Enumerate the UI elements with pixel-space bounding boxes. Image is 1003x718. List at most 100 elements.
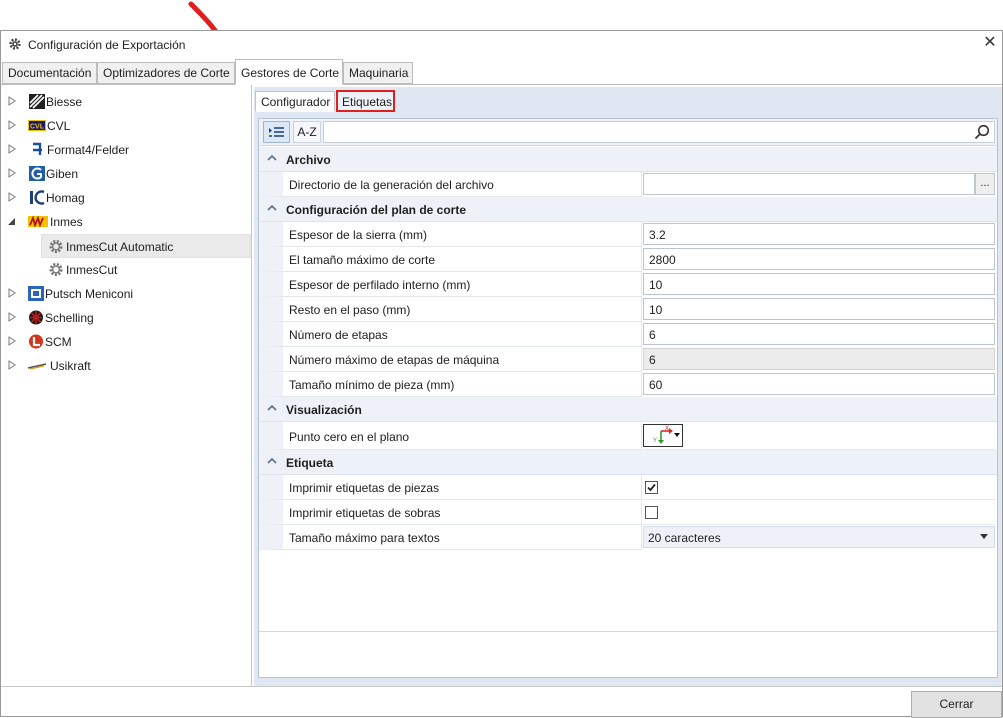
tree-item-label: CVL	[47, 119, 71, 133]
tab-optimizadores-de-corte[interactable]: Optimizadores de Corte	[97, 62, 235, 84]
tree-item-label: SCM	[45, 335, 72, 349]
expand-arrow-icon[interactable]	[8, 168, 17, 178]
numero-etapas-input[interactable]: 6	[643, 323, 995, 345]
expand-arrow-icon[interactable]	[8, 288, 17, 298]
tree-item-scm[interactable]: SCM	[1, 330, 251, 354]
tamano-maximo-corte-input[interactable]: 2800	[643, 248, 995, 270]
property-row: Imprimir etiquetas de sobras	[259, 500, 997, 525]
tree-item-biesse[interactable]: Biesse	[1, 90, 251, 114]
search-input[interactable]	[323, 121, 995, 143]
sort-az-button[interactable]: A-Z	[293, 121, 321, 143]
property-row: Número máximo de etapas de máquina 6	[259, 347, 997, 372]
property-row: Espesor de perfilado interno (mm) 10	[259, 272, 997, 297]
chevron-up-icon[interactable]	[267, 204, 277, 212]
tab-documentacion[interactable]: Documentación	[2, 62, 97, 84]
inmes-logo-icon	[28, 215, 48, 228]
tree-item-label: Biesse	[46, 95, 83, 109]
biesse-logo-icon	[29, 94, 45, 109]
expand-arrow-icon[interactable]	[8, 360, 17, 370]
property-row: Directorio de la generación del archivo …	[259, 172, 997, 197]
tree-item-label: Format4/Felder	[47, 143, 130, 157]
imprimir-piezas-checkbox[interactable]	[645, 481, 658, 494]
property-name-cell: Espesor de la sierra (mm)	[259, 222, 642, 247]
expand-arrow-icon[interactable]	[8, 120, 17, 130]
browse-button[interactable]: ...	[975, 173, 995, 195]
property-label: Número de etapas	[289, 328, 388, 342]
scm-logo-icon	[29, 334, 43, 349]
property-value-cell	[643, 500, 995, 525]
tree-item-format4-felder[interactable]: Format4/Felder	[1, 138, 251, 162]
property-label: El tamaño máximo de corte	[289, 253, 436, 267]
putsch-logo-icon	[28, 286, 44, 301]
gear-icon	[9, 38, 21, 50]
title-bar: Configuración de Exportación ✕	[1, 31, 1002, 59]
window-title: Configuración de Exportación	[28, 38, 186, 52]
tree-item-putsch-meniconi[interactable]: Putsch Meniconi	[1, 282, 251, 306]
category-archivo[interactable]: Archivo	[259, 147, 997, 172]
tree-item-homag[interactable]: Homag	[1, 186, 251, 210]
espesor-perfilado-input[interactable]: 10	[643, 273, 995, 295]
tree-item-schelling[interactable]: Schelling	[1, 306, 251, 330]
cvl-logo-icon: CVL	[28, 120, 46, 131]
expand-arrow-icon[interactable]	[8, 144, 17, 154]
tamano-textos-select[interactable]: 20 caracteres	[643, 526, 995, 548]
select-value: 20 caracteres	[648, 531, 721, 545]
gear-icon	[49, 239, 63, 254]
resto-paso-input[interactable]: 10	[643, 298, 995, 320]
property-label: Espesor de perfilado interno (mm)	[289, 278, 471, 292]
etiquetas-highlight-box	[336, 90, 395, 112]
espesor-sierra-input[interactable]: 3.2	[643, 223, 995, 245]
dropdown-arrow-icon	[980, 534, 988, 539]
property-label: Resto en el paso (mm)	[289, 303, 411, 317]
tree-item-giben[interactable]: Giben	[1, 162, 251, 186]
expand-arrow-icon[interactable]	[8, 96, 17, 106]
format4-logo-icon	[29, 142, 45, 157]
property-label: Imprimir etiquetas de piezas	[289, 481, 440, 495]
category-etiqueta[interactable]: Etiqueta	[259, 450, 997, 475]
property-label: Directorio de la generación del archivo	[289, 178, 494, 192]
property-row: Espesor de la sierra (mm) 3.2	[259, 222, 997, 247]
cerrar-button[interactable]: Cerrar	[911, 691, 1002, 718]
property-row: Tamaño máximo para textos 20 caracteres	[259, 525, 997, 550]
chevron-up-icon[interactable]	[267, 404, 277, 412]
chevron-up-icon[interactable]	[267, 154, 277, 162]
property-label: Tamaño máximo para textos	[289, 531, 440, 545]
tamano-minimo-pieza-input[interactable]: 60	[643, 373, 995, 395]
property-row: Resto en el paso (mm) 10	[259, 297, 997, 322]
property-row: Punto cero en el plano X Y	[259, 422, 997, 450]
chevron-up-icon[interactable]	[267, 457, 277, 465]
category-title: Visualización	[286, 403, 362, 417]
manufacturer-tree: Biesse CVL CVL Format4/Felder Giben Homa…	[1, 85, 252, 686]
property-name-cell: Imprimir etiquetas de sobras	[259, 500, 642, 525]
search-icon[interactable]	[974, 124, 990, 140]
tree-item-inmes[interactable]: Inmes	[1, 210, 251, 234]
collapse-arrow-icon[interactable]	[7, 216, 16, 226]
expand-arrow-icon[interactable]	[8, 336, 17, 346]
property-label: Tamaño mínimo de pieza (mm)	[289, 378, 455, 392]
imprimir-sobras-checkbox[interactable]	[645, 506, 658, 519]
punto-cero-dropdown[interactable]: X Y	[643, 424, 683, 447]
category-title: Configuración del plan de corte	[286, 203, 467, 217]
categorized-view-button[interactable]	[263, 121, 290, 143]
checkmark-icon	[647, 483, 656, 492]
tab-configurador[interactable]: Configurador	[255, 91, 335, 112]
tree-item-label: InmesCut	[66, 263, 118, 277]
tree-item-usikraft[interactable]: Usikraft	[1, 354, 251, 378]
property-row: Tamaño mínimo de pieza (mm) 60	[259, 372, 997, 397]
property-name-cell: Directorio de la generación del archivo	[259, 172, 642, 197]
category-plan-de-corte[interactable]: Configuración del plan de corte	[259, 197, 997, 222]
tree-item-cvl[interactable]: CVL CVL	[1, 114, 251, 138]
directorio-input[interactable]	[643, 173, 975, 195]
property-row: Número de etapas 6	[259, 322, 997, 347]
tree-item-inmescut-automatic[interactable]: InmesCut Automatic	[41, 234, 251, 258]
tree-item-label: Inmes	[50, 215, 83, 229]
tree-item-inmescut[interactable]: InmesCut	[41, 258, 251, 282]
category-visualizacion[interactable]: Visualización	[259, 397, 997, 422]
tab-maquinaria[interactable]: Maquinaria	[343, 62, 413, 84]
close-icon[interactable]: ✕	[982, 35, 998, 51]
expand-arrow-icon[interactable]	[8, 312, 17, 322]
tab-gestores-de-corte[interactable]: Gestores de Corte	[235, 59, 343, 85]
axis-x-label: X	[665, 426, 669, 432]
expand-arrow-icon[interactable]	[8, 192, 17, 202]
homag-logo-icon	[29, 190, 45, 205]
